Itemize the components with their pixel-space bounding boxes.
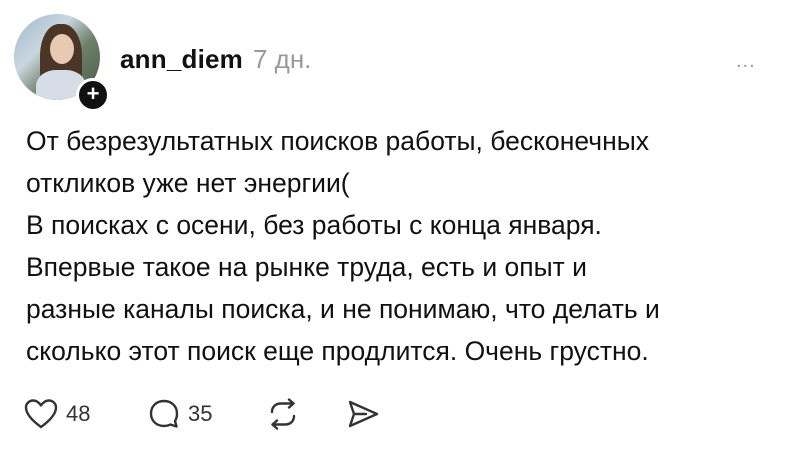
- author-avatar-container[interactable]: +: [14, 14, 110, 112]
- share-button[interactable]: [346, 398, 386, 430]
- more-dots-icon: ...: [736, 50, 756, 72]
- author-username[interactable]: ann_diem: [120, 44, 243, 75]
- post-text-line: Впервые такое на рынке труда, есть и опы…: [26, 252, 587, 282]
- post-text-line: В поисках с осени, без работы с конца ян…: [26, 210, 602, 240]
- post-timestamp: 7 дн.: [252, 44, 312, 74]
- repost-button[interactable]: [266, 398, 346, 430]
- post-actions: 48 35: [24, 396, 386, 432]
- post-text-line: откликов уже нет энергии(: [26, 168, 350, 198]
- post-text-line: сколько этот поиск еще продлится. Очень …: [26, 336, 649, 366]
- comment-button[interactable]: 35: [148, 398, 258, 430]
- follow-button[interactable]: +: [76, 78, 110, 112]
- post-text-line: От безрезультатных поисков работы, беско…: [26, 126, 649, 156]
- repost-icon: [270, 398, 296, 430]
- send-icon: [348, 400, 379, 428]
- like-button[interactable]: 48: [24, 398, 134, 430]
- comment-bubble-icon: [149, 399, 179, 428]
- post-text: От безрезультатных поисков работы, беско…: [26, 120, 786, 372]
- more-options-button[interactable]: ...: [736, 50, 756, 73]
- post-text-line: разные каналы поиска, и не понимаю, что …: [26, 294, 660, 324]
- like-count: 48: [66, 401, 91, 426]
- heart-icon: [24, 399, 58, 429]
- comment-count: 35: [188, 401, 213, 426]
- post-header: ann_diem 7 дн.: [120, 44, 311, 74]
- thread-post: + ann_diem 7 дн. ... От безрезультатных …: [0, 0, 800, 456]
